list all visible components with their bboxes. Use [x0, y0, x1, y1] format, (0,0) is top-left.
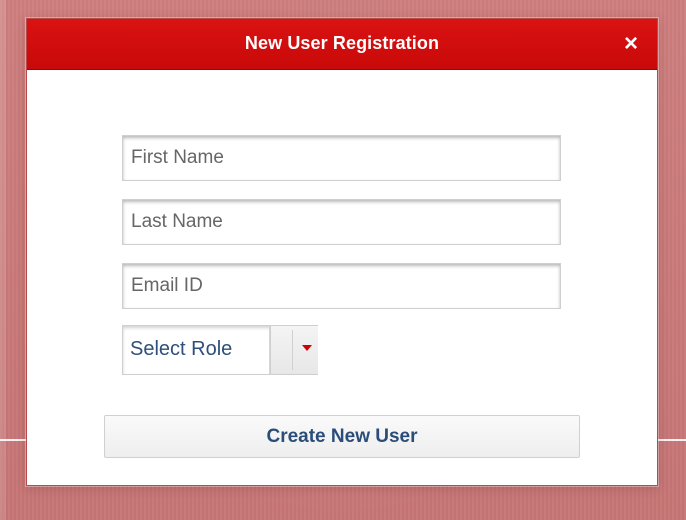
last-name-input[interactable] — [122, 199, 561, 245]
backdrop-line-left — [0, 439, 28, 441]
create-user-button[interactable]: Create New User — [104, 415, 580, 458]
first-name-input[interactable] — [122, 135, 561, 181]
modal-header: New User Registration × — [27, 19, 657, 70]
registration-modal: New User Registration × Select Role Crea… — [26, 18, 658, 486]
close-icon: × — [623, 30, 638, 57]
role-dropdown-button[interactable] — [270, 326, 318, 374]
caret-down-icon — [302, 345, 312, 351]
role-select-label: Select Role — [130, 338, 233, 360]
role-select[interactable]: Select Role — [122, 325, 318, 375]
modal-title: New User Registration — [244, 33, 440, 53]
email-input[interactable] — [122, 263, 561, 309]
backdrop-line-right — [658, 439, 686, 441]
role-dropdown-separator — [292, 330, 293, 370]
close-button[interactable]: × — [619, 32, 643, 56]
